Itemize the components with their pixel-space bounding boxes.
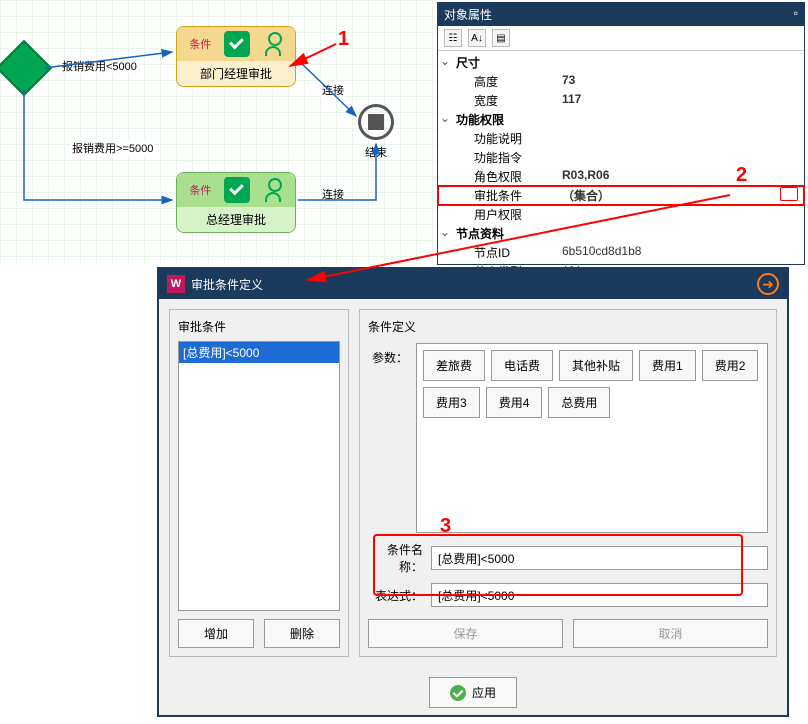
condition-name-input[interactable] bbox=[431, 546, 768, 570]
dialog-app-icon: W bbox=[167, 275, 185, 293]
param-button[interactable]: 费用3 bbox=[423, 387, 480, 418]
param-button[interactable]: 差旅费 bbox=[423, 350, 485, 381]
close-icon[interactable]: ➜ bbox=[757, 273, 779, 295]
param-button[interactable]: 总费用 bbox=[548, 387, 610, 418]
param-button[interactable]: 费用4 bbox=[486, 387, 543, 418]
property-grid[interactable]: ⌄尺寸 高度73 宽度117 ⌄功能权限 功能说明 功能指令 角色权限R03,R… bbox=[438, 51, 804, 283]
start-node[interactable] bbox=[4, 48, 44, 88]
expression-input[interactable] bbox=[431, 583, 768, 607]
apply-label: 应用 bbox=[472, 684, 496, 701]
activity-title: 总经理审批 bbox=[177, 207, 295, 232]
task-icon bbox=[224, 177, 250, 203]
annotation-number: 1 bbox=[338, 28, 349, 51]
panel-title-text: 对象属性 bbox=[444, 6, 492, 23]
list-item[interactable]: [总费用]<5000 bbox=[179, 342, 339, 363]
categorize-icon[interactable]: ☷ bbox=[444, 29, 462, 47]
pages-icon[interactable]: ▤ bbox=[492, 29, 510, 47]
property-panel: 对象属性 ▫ ☷ A↓ ▤ ⌄尺寸 高度73 宽度117 ⌄功能权限 功能说明 … bbox=[437, 2, 805, 265]
panel-titlebar[interactable]: 对象属性 ▫ bbox=[438, 3, 804, 26]
edge-label: 连接 bbox=[320, 186, 346, 202]
save-button[interactable]: 保存 bbox=[368, 619, 563, 648]
expr-label: 表达式： bbox=[368, 587, 423, 604]
check-icon bbox=[450, 685, 466, 701]
condition-list-title: 审批条件 bbox=[178, 318, 340, 335]
condition-badge: 条件 bbox=[189, 36, 211, 52]
end-node[interactable] bbox=[358, 104, 394, 140]
edge-label: 报销费用>=5000 bbox=[70, 140, 155, 156]
person-icon bbox=[263, 32, 283, 56]
delete-button[interactable]: 删除 bbox=[264, 619, 340, 648]
dialog-titlebar[interactable]: W 审批条件定义 ➜ bbox=[159, 269, 787, 299]
edge-label: 报销费用<5000 bbox=[60, 58, 139, 74]
condition-definition-panel: 条件定义 参数： 差旅费 电话费 其他补贴 费用1 费用2 费用3 费用4 总费… bbox=[359, 309, 777, 657]
flow-canvas[interactable]: 条件 部门经理审批 条件 总经理审批 结束 报销费用<5000 报销费用>=50… bbox=[0, 0, 435, 265]
name-label: 条件名称： bbox=[368, 541, 423, 575]
annotation-number: 3 bbox=[440, 515, 451, 538]
dialog-title-text: 审批条件定义 bbox=[191, 276, 263, 293]
condition-listbox[interactable]: [总费用]<5000 bbox=[178, 341, 340, 611]
approval-condition-dialog: W 审批条件定义 ➜ 审批条件 [总费用]<5000 增加 删除 条件定义 参数… bbox=[157, 267, 789, 717]
condition-list-panel: 审批条件 [总费用]<5000 增加 删除 bbox=[169, 309, 349, 657]
param-button[interactable]: 费用2 bbox=[702, 350, 759, 381]
activity-title: 部门经理审批 bbox=[177, 61, 295, 86]
prop-row-approve-condition[interactable]: 审批条件（集合） bbox=[438, 186, 804, 205]
add-button[interactable]: 增加 bbox=[178, 619, 254, 648]
annotation-number: 2 bbox=[736, 164, 747, 187]
activity-dept-manager[interactable]: 条件 部门经理审批 bbox=[176, 26, 296, 87]
condition-badge: 条件 bbox=[189, 182, 211, 198]
param-button[interactable]: 其他补贴 bbox=[559, 350, 633, 381]
definition-title: 条件定义 bbox=[368, 318, 768, 335]
param-button[interactable]: 电话费 bbox=[491, 350, 553, 381]
cancel-button[interactable]: 取消 bbox=[573, 619, 768, 648]
collection-edit-button[interactable] bbox=[780, 187, 798, 201]
edge-label: 连接 bbox=[320, 82, 346, 98]
param-label: 参数： bbox=[368, 343, 408, 366]
param-container: 差旅费 电话费 其他补贴 费用1 费用2 费用3 费用4 总费用 bbox=[416, 343, 768, 533]
sort-az-icon[interactable]: A↓ bbox=[468, 29, 486, 47]
end-label: 结束 bbox=[365, 144, 387, 160]
activity-general-manager[interactable]: 条件 总经理审批 bbox=[176, 172, 296, 233]
param-button[interactable]: 费用1 bbox=[639, 350, 696, 381]
task-icon bbox=[224, 31, 250, 57]
apply-button[interactable]: 应用 bbox=[429, 677, 517, 708]
panel-dock-icon[interactable]: ▫ bbox=[794, 6, 798, 23]
person-icon bbox=[263, 178, 283, 202]
